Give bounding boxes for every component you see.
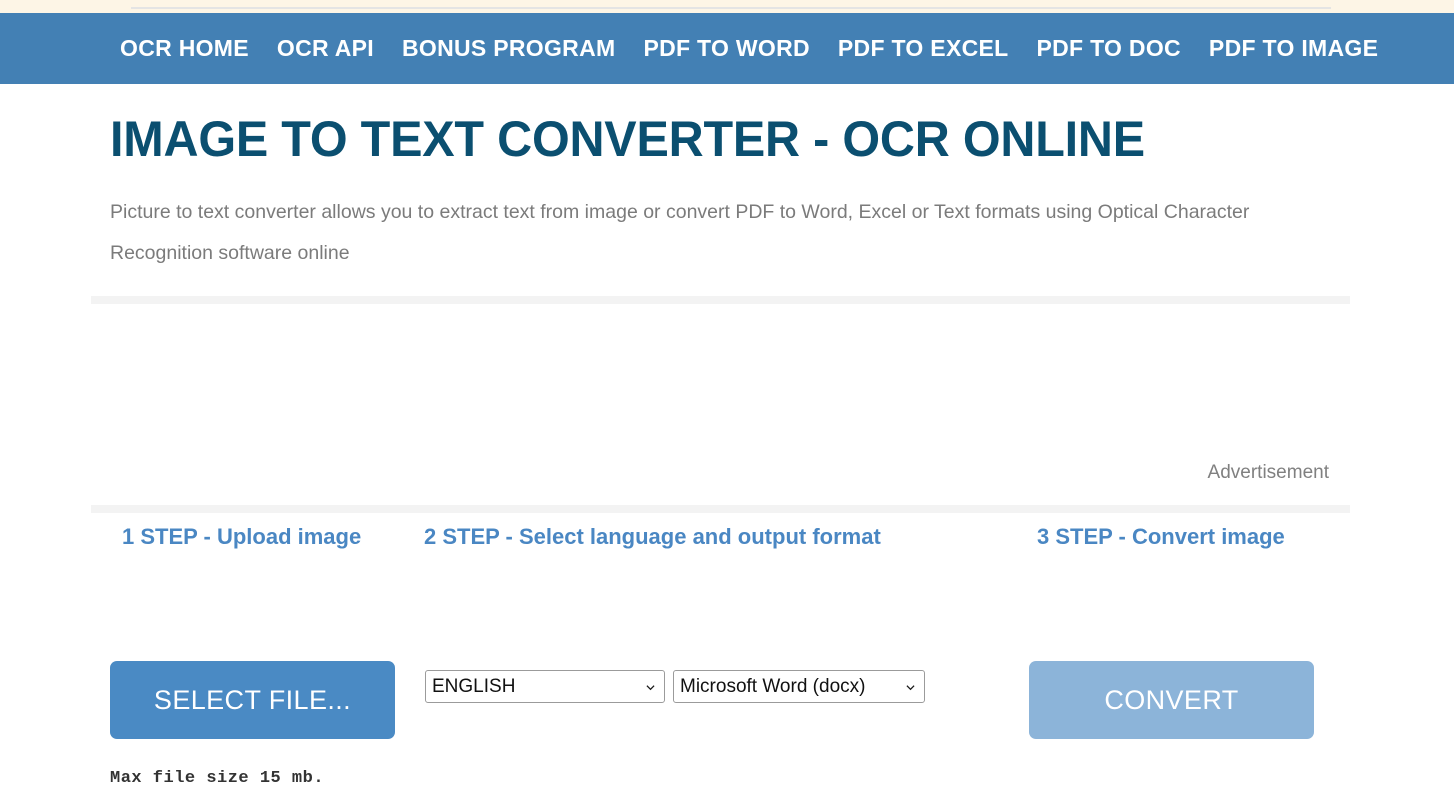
advertisement-label: Advertisement <box>1207 462 1329 483</box>
top-accent-strip <box>0 0 1454 13</box>
nav-item-pdf-to-image[interactable]: PDF TO IMAGE <box>1195 13 1392 84</box>
page-title: IMAGE TO TEXT CONVERTER - OCR ONLINE <box>110 111 1145 167</box>
max-file-size-note: Max file size 15 mb. <box>110 769 325 788</box>
divider-below-ad <box>91 505 1350 513</box>
step-1-heading: 1 STEP - Upload image <box>122 524 362 549</box>
language-select[interactable]: ENGLISHGERMANFRENCHSPANISHITALIANRUSSIAN… <box>425 670 665 703</box>
divider-above-ad <box>91 296 1350 304</box>
nav-item-ocr-api[interactable]: OCR API <box>263 13 388 84</box>
step-2-heading: 2 STEP - Select language and output form… <box>424 524 881 549</box>
language-select-wrapper: ENGLISHGERMANFRENCHSPANISHITALIANRUSSIAN… <box>425 670 665 703</box>
top-horizontal-rule <box>131 7 1331 9</box>
format-select-wrapper: Microsoft Word (docx)Microsoft Excel (xl… <box>673 670 925 703</box>
page-subtitle: Picture to text converter allows you to … <box>110 201 1250 264</box>
nav-item-ocr-home[interactable]: OCR HOME <box>110 13 263 84</box>
select-file-button[interactable]: SELECT FILE... <box>110 661 395 739</box>
main-navigation-bar: OCR HOME OCR API BONUS PROGRAM PDF TO WO… <box>0 13 1454 84</box>
output-format-select[interactable]: Microsoft Word (docx)Microsoft Excel (xl… <box>673 670 925 703</box>
convert-button[interactable]: CONVERT <box>1029 661 1314 739</box>
nav-item-pdf-to-excel[interactable]: PDF TO EXCEL <box>824 13 1023 84</box>
nav-items-container: OCR HOME OCR API BONUS PROGRAM PDF TO WO… <box>110 13 1392 84</box>
advertisement-slot <box>91 304 1350 505</box>
nav-item-pdf-to-word[interactable]: PDF TO WORD <box>629 13 823 84</box>
nav-item-bonus-program[interactable]: BONUS PROGRAM <box>388 13 629 84</box>
step-3-heading: 3 STEP - Convert image <box>1037 524 1285 549</box>
nav-item-pdf-to-doc[interactable]: PDF TO DOC <box>1023 13 1195 84</box>
